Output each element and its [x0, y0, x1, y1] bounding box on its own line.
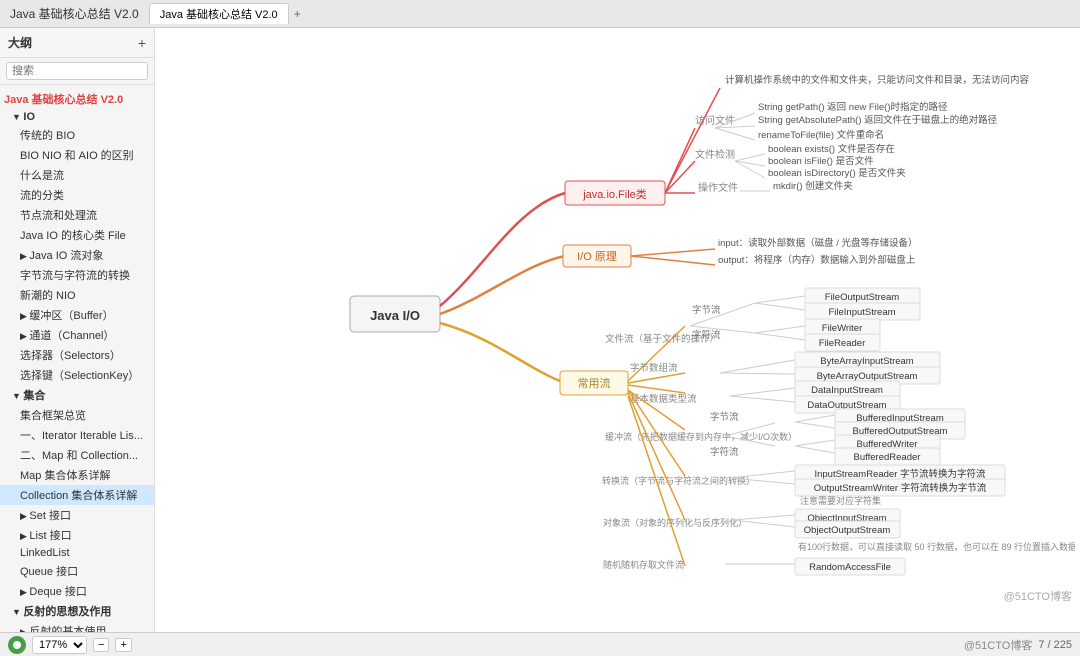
- tree-item-traditional-bio[interactable]: 传统的 BIO: [0, 125, 154, 145]
- main-container: 大纲 + Java 基础核心总结 V2.0 IO 传统的 BIO BIO NIO…: [0, 28, 1080, 632]
- sidebar-search-container: [0, 58, 154, 85]
- svg-text:随机随机存取文件流: 随机随机存取文件流: [603, 559, 684, 570]
- sidebar: 大纲 + Java 基础核心总结 V2.0 IO 传统的 BIO BIO NIO…: [0, 28, 155, 632]
- bottom-right: @51CTO博客 7 / 225: [964, 637, 1072, 653]
- current-page: 7: [1038, 639, 1044, 651]
- tree-item-what-is-stream[interactable]: 什么是流: [0, 165, 154, 185]
- bottom-bar: 177% 100% 150% 200% − + @51CTO博客 7 / 225: [0, 632, 1080, 656]
- svg-text:output：将程序（内存）数据输入到外部磁盘上: output：将程序（内存）数据输入到外部磁盘上: [718, 254, 916, 266]
- svg-text:常用流: 常用流: [578, 376, 611, 390]
- svg-text:ByteArrayInputStream: ByteArrayInputStream: [820, 356, 914, 367]
- tree-item-buffer[interactable]: 缓冲区（Buffer）: [0, 305, 154, 325]
- tree-item-io[interactable]: IO: [0, 109, 154, 125]
- svg-text:java.io.File类: java.io.File类: [582, 187, 647, 201]
- bottom-left: 177% 100% 150% 200% − +: [8, 636, 132, 654]
- tree-item-channel[interactable]: 通道（Channel）: [0, 325, 154, 345]
- tree-item-root[interactable]: Java 基础核心总结 V2.0: [0, 89, 154, 109]
- svg-text:renameToFile(file) 文件重命名: renameToFile(file) 文件重命名: [758, 129, 884, 141]
- search-input[interactable]: [6, 62, 148, 80]
- svg-text:FileWriter: FileWriter: [822, 323, 862, 334]
- svg-text:字符流: 字符流: [692, 329, 721, 341]
- tree-item-reflection-basic[interactable]: 反射的基本使用: [0, 621, 154, 632]
- zoom-select[interactable]: 177% 100% 150% 200%: [32, 636, 87, 654]
- tree-item-selectors[interactable]: 选择器（Selectors）: [0, 345, 154, 365]
- tree-item-charset-stream[interactable]: 字节流与字符流的转换: [0, 265, 154, 285]
- svg-text:对象流（对象的序列化与反序列化）: 对象流（对象的序列化与反序列化）: [603, 517, 747, 528]
- svg-text:计算机操作系统中的文件和文件夹，只能访问文件和目录，无法访问: 计算机操作系统中的文件和文件夹，只能访问文件和目录，无法访问内容: [725, 74, 1030, 86]
- tree-item-node-stream[interactable]: 节点流和处理流: [0, 205, 154, 225]
- svg-text:有100行数据，可以直接读取 50 行数据，也可以在 89: 有100行数据，可以直接读取 50 行数据，也可以在 89 行位置插入数据: [798, 541, 1075, 552]
- page-info: 7 / 225: [1038, 639, 1072, 651]
- tree-item-collection[interactable]: 集合: [0, 385, 154, 405]
- outline-title: 大纲: [8, 34, 32, 51]
- tree-item-iterator[interactable]: 一、Iterator Iterable Lis...: [0, 425, 154, 445]
- tree-item-selection-key[interactable]: 选择键（SelectionKey）: [0, 365, 154, 385]
- svg-text:String getAbsolutePath() 返回文件: String getAbsolutePath() 返回文件在于磁盘上的绝对路径: [758, 114, 998, 126]
- svg-text:访问文件: 访问文件: [695, 114, 735, 127]
- tree-item-map-system[interactable]: Map 集合体系详解: [0, 465, 154, 485]
- svg-text:注意需要对应字符集: 注意需要对应字符集: [800, 495, 881, 506]
- svg-text:ByteArrayOutputStream: ByteArrayOutputStream: [817, 371, 918, 382]
- svg-text:Java I/O: Java I/O: [370, 308, 420, 323]
- svg-text:缓冲流（先把数据缓存到内存中，减少I/O次数）: 缓冲流（先把数据缓存到内存中，减少I/O次数）: [605, 431, 797, 442]
- tree-item-new-nio[interactable]: 新潮的 NIO: [0, 285, 154, 305]
- total-pages: 225: [1054, 639, 1072, 651]
- svg-text:boolean isDirectory() 是否文件夹: boolean isDirectory() 是否文件夹: [768, 167, 906, 179]
- document-tab[interactable]: Java 基础核心总结 V2.0: [149, 3, 289, 24]
- tree-item-deque[interactable]: Deque 接口: [0, 581, 154, 601]
- sidebar-add-button[interactable]: +: [138, 35, 146, 51]
- svg-text:操作文件: 操作文件: [698, 181, 738, 194]
- tree-item-queue[interactable]: Queue 接口: [0, 561, 154, 581]
- mindmap-container[interactable]: Java I/O java.io.File类 计算机操作系统中的文件和文件夹，只…: [155, 28, 1080, 632]
- tab-label: Java 基础核心总结 V2.0: [160, 6, 278, 22]
- svg-text:字节流: 字节流: [710, 411, 739, 423]
- watermark-label: @51CTO博客: [964, 637, 1032, 653]
- content-area: Java I/O java.io.File类 计算机操作系统中的文件和文件夹，只…: [155, 28, 1080, 632]
- svg-text:I/O 原理: I/O 原理: [577, 250, 617, 263]
- zoom-indicator: [8, 636, 26, 654]
- zoom-dot: [13, 641, 21, 649]
- svg-text:字节数组流: 字节数组流: [630, 362, 678, 374]
- svg-text:字节流: 字节流: [692, 304, 721, 316]
- svg-text:文件检测: 文件检测: [695, 148, 735, 161]
- svg-text:input：读取外部数据（磁盘 / 光盘等存储设备）: input：读取外部数据（磁盘 / 光盘等存储设备）: [718, 237, 918, 249]
- tree-item-collection-overview[interactable]: 集合框架总览: [0, 405, 154, 425]
- tree-item-java-io-core[interactable]: Java IO 的核心类 File: [0, 225, 154, 245]
- title-bar: Java 基础核心总结 V2.0 Java 基础核心总结 V2.0 +: [0, 0, 1080, 28]
- svg-text:RandomAccessFile: RandomAccessFile: [809, 562, 891, 573]
- tree-item-set-interface[interactable]: Set 接口: [0, 505, 154, 525]
- svg-text:ObjectOutputStream: ObjectOutputStream: [804, 525, 891, 536]
- tree-item-bio-nio-aio[interactable]: BIO NIO 和 AIO 的区别: [0, 145, 154, 165]
- svg-text:FileReader: FileReader: [819, 338, 865, 349]
- svg-text:String getPath() 返回 new File(: String getPath() 返回 new File()时指定的路径: [758, 101, 948, 113]
- tree-item-list-interface[interactable]: List 接口: [0, 525, 154, 545]
- svg-text:BufferedReader: BufferedReader: [854, 452, 921, 463]
- svg-text:FileInputStream: FileInputStream: [828, 307, 895, 318]
- sidebar-header: 大纲 +: [0, 28, 154, 58]
- tree-item-java-io-stream[interactable]: Java IO 流对象: [0, 245, 154, 265]
- svg-text:boolean exists() 文件是否存在: boolean exists() 文件是否存在: [768, 143, 895, 155]
- svg-text:转换流（字节流与字符流之间的转换）: 转换流（字节流与字符流之间的转换）: [602, 475, 755, 486]
- svg-text:boolean isFile() 是否文件: boolean isFile() 是否文件: [768, 155, 874, 167]
- svg-text:DataInputStream: DataInputStream: [811, 385, 883, 396]
- tree-item-collection-detail[interactable]: Collection 集合体系详解: [0, 485, 154, 505]
- tree-item-linked-list[interactable]: LinkedList: [0, 545, 154, 561]
- svg-text:mkdir() 创建文件夹: mkdir() 创建文件夹: [773, 180, 853, 192]
- mindmap-svg: Java I/O java.io.File类 计算机操作系统中的文件和文件夹，只…: [155, 28, 1075, 632]
- zoom-out-button[interactable]: −: [93, 638, 109, 652]
- svg-text:FileOutputStream: FileOutputStream: [825, 292, 900, 303]
- tree-item-map-collection[interactable]: 二、Map 和 Collection...: [0, 445, 154, 465]
- svg-text:OutputStreamWriter 字符流转换为字节流: OutputStreamWriter 字符流转换为字节流: [814, 482, 987, 494]
- svg-text:字符流: 字符流: [710, 446, 739, 458]
- sidebar-tree: Java 基础核心总结 V2.0 IO 传统的 BIO BIO NIO 和 AI…: [0, 85, 154, 632]
- zoom-in-button[interactable]: +: [115, 638, 131, 652]
- svg-text:InputStreamReader 字节流转换为字符流: InputStreamReader 字节流转换为字符流: [814, 468, 986, 480]
- tree-item-reflection[interactable]: 反射的思想及作用: [0, 601, 154, 621]
- add-tab-button[interactable]: +: [294, 7, 301, 21]
- app-title: Java 基础核心总结 V2.0: [10, 5, 139, 22]
- tree-item-stream-category[interactable]: 流的分类: [0, 185, 154, 205]
